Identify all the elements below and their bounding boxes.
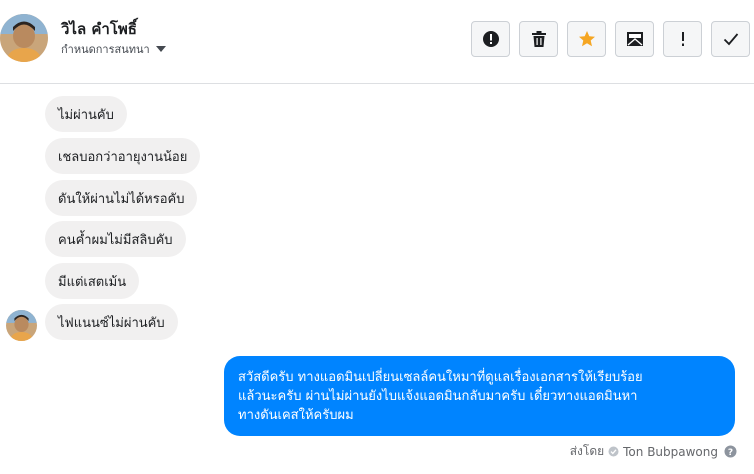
- sender-name[interactable]: Ton Bubpawong: [623, 445, 718, 459]
- conversation-header: วิไล คำโพธิ์ กำหนดการสนทนา: [0, 0, 754, 84]
- star-button[interactable]: [567, 21, 606, 57]
- star-icon: [578, 31, 595, 47]
- conversation-toolbar: [471, 21, 750, 57]
- svg-text:?: ?: [728, 448, 733, 458]
- incoming-message[interactable]: เชลบอกว่าอายุงานน้อย: [45, 138, 201, 174]
- conversation-settings-label: กำหนดการสนทนา: [61, 43, 150, 56]
- incoming-message[interactable]: ไฟแนนซ์ไม่ผ่านคับ: [45, 304, 178, 340]
- caret-down-icon: [155, 46, 166, 52]
- sent-by-label: ส่งโดย: [569, 444, 605, 458]
- outgoing-message[interactable]: สวัสดีครับ ทางแอดมินเปลี่ยนเซลล์คนใหมาที…: [224, 356, 735, 436]
- messenger-conversation: วิไล คำโพธิ์ กำหนดการสนทนา ไม่ผ่านคับ เช…: [0, 0, 754, 474]
- incoming-message[interactable]: ดันให้ผ่านไม่ได้หรอคับ: [45, 180, 198, 216]
- done-button[interactable]: [711, 21, 750, 57]
- important-button[interactable]: [663, 21, 702, 57]
- report-button[interactable]: [471, 21, 510, 57]
- report-icon: [482, 31, 499, 47]
- outgoing-message-line: ทางดันเคสให้ครับผม: [238, 408, 354, 423]
- mark-unread-button[interactable]: [615, 21, 654, 57]
- incoming-message[interactable]: ไม่ผ่านคับ: [45, 96, 127, 132]
- message-thread: ไม่ผ่านคับ เชลบอกว่าอายุงานน้อย ดันให้ผ่…: [0, 84, 754, 474]
- outgoing-message-line: แล้วนะครับ ผ่านไม่ผ่านยังไบแจ้งแอดมินกลั…: [238, 389, 638, 404]
- help-icon[interactable]: ?: [724, 445, 737, 458]
- sender-avatar[interactable]: [6, 310, 37, 341]
- trash-icon: [531, 31, 546, 47]
- mark-unread-icon: [626, 32, 643, 46]
- contact-name[interactable]: วิไล คำโพธิ์: [61, 17, 137, 41]
- outgoing-message-line: สวัสดีครับ ทางแอดมินเปลี่ยนเซลล์คนใหมาที…: [238, 370, 643, 385]
- checkmark-icon: [723, 33, 738, 46]
- sent-by-info: ส่งโดย Ton Bubpawong ?: [570, 442, 737, 461]
- incoming-message[interactable]: มีแต่เสตเม้น: [45, 263, 140, 299]
- sent-check-icon: [608, 446, 619, 457]
- conversation-settings-dropdown[interactable]: กำหนดการสนทนา: [61, 40, 166, 58]
- delete-button[interactable]: [519, 21, 558, 57]
- important-icon: [681, 32, 684, 46]
- incoming-message[interactable]: คนค้ำผมไม่มีสลิบคับ: [45, 221, 186, 257]
- contact-avatar[interactable]: [0, 14, 48, 62]
